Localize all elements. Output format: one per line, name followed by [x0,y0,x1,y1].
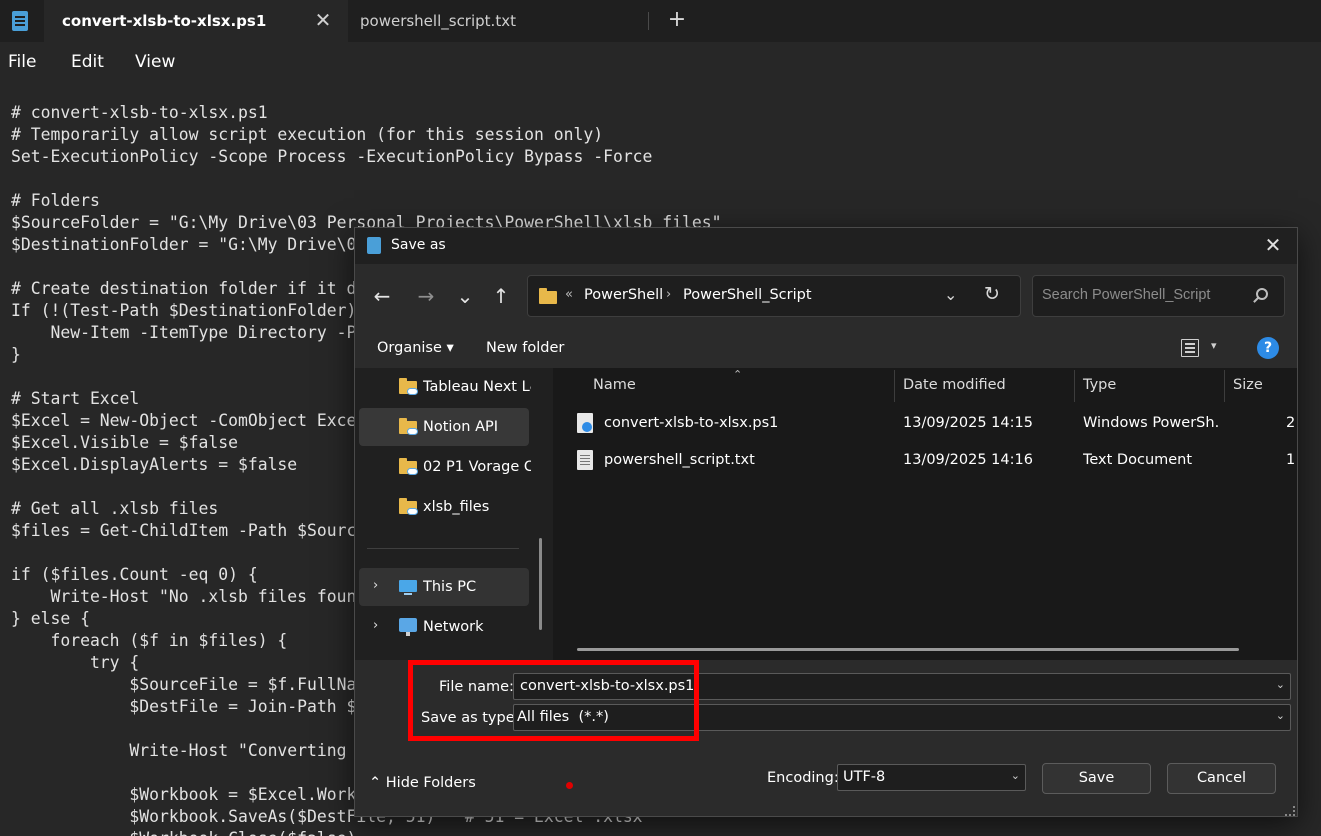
column-header-type[interactable]: Type [1083,377,1116,393]
chevron-down-icon[interactable]: ⌄ [1276,678,1285,691]
sort-ascending-icon: ⌃ [733,368,743,381]
cancel-button[interactable]: Cancel [1167,763,1276,794]
red-highlight-box [408,660,699,741]
file-type: Text Document [1083,452,1193,468]
nav-folder-tableau-next[interactable]: Tableau Next L& [359,368,531,406]
menu-view[interactable]: View [135,52,175,72]
horizontal-scrollbar[interactable] [577,648,1239,651]
column-header-size[interactable]: Size [1233,377,1263,393]
file-name: powershell_script.txt [604,452,755,468]
search-input[interactable] [1042,287,1242,303]
tab-powershell-script[interactable]: powershell_script.txt [360,12,516,30]
back-arrow-icon[interactable]: ← [369,284,395,308]
notepad-icon [12,11,28,31]
encoding-select[interactable]: UTF-8 ⌄ [837,764,1026,791]
nav-divider [367,548,519,549]
column-header-name[interactable]: Name [593,377,636,393]
encoding-label: Encoding: [767,770,839,786]
navigation-bar: ← → ⌄ ↑ « PowerShell › PowerShell_Script… [355,264,1297,328]
address-dropdown-icon[interactable]: ⌄ [944,285,957,304]
notepad-icon [367,237,381,254]
computer-icon [399,580,417,595]
file-type: Windows PowerSh... [1083,415,1218,431]
menu-edit[interactable]: Edit [71,52,104,72]
save-button[interactable]: Save [1042,763,1151,794]
cloud-sync-icon [407,468,418,475]
chevron-down-icon[interactable]: ⌄ [1011,769,1020,782]
forward-arrow-icon[interactable]: → [413,284,439,308]
up-arrow-icon[interactable]: ↑ [488,284,514,308]
nav-folder-02-p1[interactable]: 02 P1 Vorage Ca [359,448,531,486]
nav-folder-xlsb-files[interactable]: xlsb_files [359,488,529,526]
command-bar: Organise ▾ New folder ▾ ? [355,328,1297,368]
file-date: 13/09/2025 14:15 [903,415,1033,431]
powershell-file-icon [577,413,593,433]
file-date: 13/09/2025 14:16 [903,452,1033,468]
cloud-sync-icon [407,508,418,515]
search-icon[interactable] [1256,288,1268,300]
navigation-pane: Tableau Next L& Notion API 02 P1 Vorage … [355,368,545,660]
close-tab-icon[interactable]: ✕ [312,9,334,31]
text-file-icon [577,450,593,470]
column-separator[interactable] [1074,370,1075,402]
encoding-value: UTF-8 [843,769,886,785]
file-name: convert-xlsb-to-xlsx.ps1 [604,415,779,431]
organise-button[interactable]: Organise ▾ [377,340,454,356]
view-options-icon[interactable] [1181,339,1199,357]
address-bar[interactable]: « PowerShell › PowerShell_Script ⌄ ↻ [527,275,1021,317]
tab-convert-xlsb-to-xlsx[interactable]: convert-xlsb-to-xlsx.ps1 ✕ [44,0,348,42]
hide-folders-button[interactable]: ⌃ Hide Folders [369,775,476,791]
menu-bar: File Edit View [0,42,1321,82]
red-marker-dot [566,782,573,789]
column-header-date[interactable]: Date modified [903,377,1006,393]
help-icon[interactable]: ? [1257,337,1279,359]
breadcrumb-powershell[interactable]: PowerShell [584,287,663,303]
file-row[interactable]: powershell_script.txt 13/09/2025 14:16 T… [573,443,1297,479]
column-separator[interactable] [894,370,895,402]
cloud-sync-icon [407,428,418,435]
chevron-down-icon[interactable]: ⌄ [1276,709,1285,722]
new-tab-icon[interactable]: + [664,6,690,34]
close-icon[interactable]: ✕ [1261,233,1285,257]
refresh-icon[interactable]: ↻ [984,283,1000,305]
tab-separator [648,12,649,30]
search-box[interactable] [1032,275,1285,317]
breadcrumb-separator-icon: › [666,287,672,302]
new-folder-button[interactable]: New folder [486,340,564,356]
save-options-panel: File name: convert-xlsb-to-xlsx.ps1 ⌄ Sa… [355,660,1297,816]
network-icon [399,618,417,636]
tab-strip: convert-xlsb-to-xlsx.ps1 ✕ powershell_sc… [0,0,1321,42]
nav-label: xlsb_files [423,499,490,515]
expand-chevron-icon[interactable]: › [373,618,378,633]
file-size: 2 [1286,415,1296,431]
recent-locations-chevron-icon[interactable]: ⌄ [452,284,478,308]
dialog-title: Save as [391,237,446,253]
nav-this-pc[interactable]: › This PC [359,568,529,606]
nav-scrollbar[interactable] [539,538,542,630]
file-size: 1 [1286,452,1296,468]
breadcrumb-powershell-script[interactable]: PowerShell_Script [683,287,812,303]
cloud-sync-icon [407,388,418,395]
nav-label: 02 P1 Vorage Ca [423,459,531,475]
column-separator[interactable] [1224,370,1225,402]
expand-chevron-icon[interactable]: › [373,578,378,593]
nav-label: Notion API [423,419,499,435]
view-dropdown-icon[interactable]: ▾ [1211,339,1217,352]
resize-grip-icon[interactable] [1285,806,1295,816]
dialog-titlebar: Save as ✕ [355,228,1297,264]
file-list: ⌃ Name Date modified Type Size convert-x… [553,368,1297,660]
save-as-dialog: Save as ✕ ← → ⌄ ↑ « PowerShell › PowerSh… [354,227,1298,817]
nav-label: Tableau Next L& [423,379,531,395]
file-row[interactable]: convert-xlsb-to-xlsx.ps1 13/09/2025 14:1… [573,406,1297,442]
menu-file[interactable]: File [8,52,36,72]
nav-folder-notion-api[interactable]: Notion API [359,408,529,446]
nav-label: This PC [423,579,477,595]
tab-label: convert-xlsb-to-xlsx.ps1 [62,12,267,30]
folder-icon [539,288,557,304]
nav-network[interactable]: › Network [359,608,529,646]
nav-label: Network [423,619,484,635]
overflow-chevron-icon[interactable]: « [565,287,573,302]
